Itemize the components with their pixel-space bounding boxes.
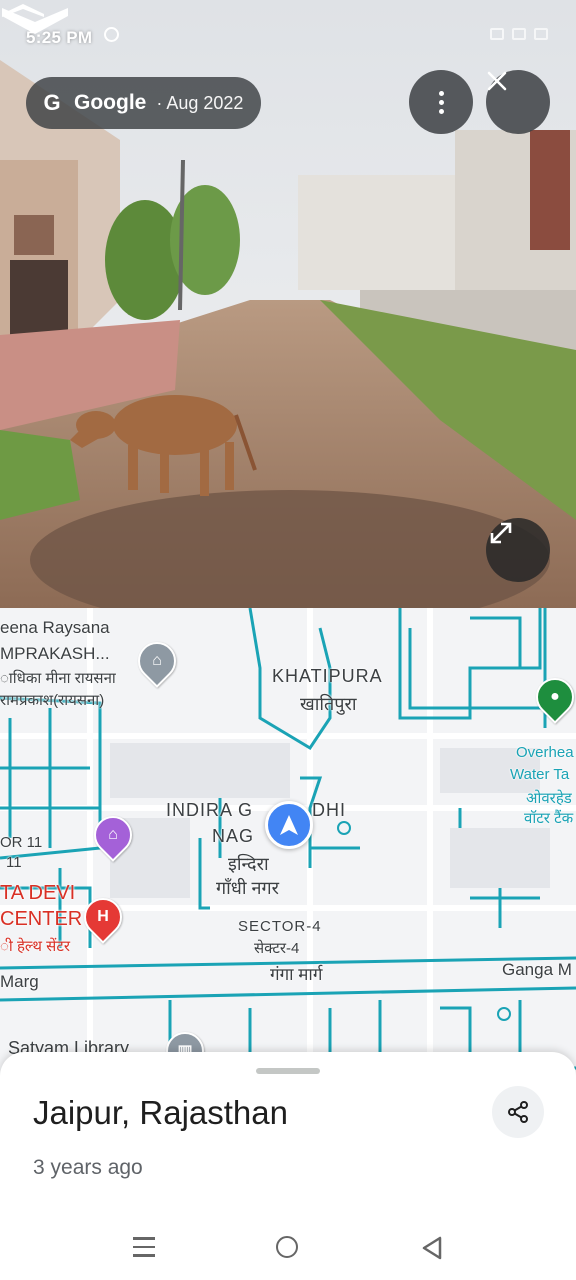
place-title: Jaipur, Rajasthan xyxy=(33,1094,288,1131)
map-label-marg: Marg xyxy=(0,972,39,991)
share-icon xyxy=(508,1101,528,1123)
sheet-drag-handle[interactable] xyxy=(256,1068,320,1074)
chip-brand: Google xyxy=(74,91,147,114)
map-label-tadevi: TA DEVI xyxy=(0,882,76,904)
recent-apps-button[interactable] xyxy=(133,1237,155,1257)
fullscreen-button[interactable] xyxy=(486,518,550,582)
sim-icon xyxy=(490,28,504,40)
map-label-indira-hi-2: गाँधी नगर xyxy=(216,878,280,898)
map-label-khatipura-hi: खातिपुरा xyxy=(300,694,357,714)
map-label-center: CENTER xyxy=(0,908,83,930)
map-label-indira-2: DHI xyxy=(312,800,346,820)
map-label-radhika: ाधिका मीना रायसना xyxy=(0,670,116,687)
close-icon xyxy=(487,71,507,91)
chip-date: · Aug 2022 xyxy=(156,92,244,113)
map-label-meena: eena Raysana xyxy=(0,618,110,637)
map-label-overhead-1: Overhea xyxy=(516,744,574,761)
map-label-indira-1: INDIRA G xyxy=(166,800,254,820)
navigation-arrow-icon xyxy=(280,815,298,835)
map-label-indira-hi-1: इन्दिरा xyxy=(228,854,269,874)
map-label-omprakash: MPRAKASH... xyxy=(0,644,110,663)
map-label-sector11-b: 11 xyxy=(6,854,22,871)
place-capture-age: 3 years ago xyxy=(33,1156,143,1179)
map-label-ramprakash: रामप्रकाश(रायसना) xyxy=(0,692,105,709)
status-icons xyxy=(490,28,548,40)
map-label-khatipura: KHATIPURA xyxy=(272,666,383,686)
status-bar: 5:25 PM xyxy=(0,0,576,60)
fullscreen-icon xyxy=(490,522,512,544)
map-label-overhead-4: वॉटर टैंक xyxy=(524,810,574,827)
map-label-ganga-en: Ganga M xyxy=(502,960,572,979)
system-navigation-bar xyxy=(0,1212,576,1280)
map-label-health: ी हेल्थ सेंटर xyxy=(0,938,71,955)
share-button[interactable] xyxy=(492,1086,544,1138)
whatsapp-notification-icon xyxy=(104,27,119,42)
battery-icon xyxy=(534,28,548,40)
temple-icon: ⌂ xyxy=(108,826,118,843)
move-back-arrow[interactable] xyxy=(0,0,70,36)
map-label-overhead-2: Water Ta xyxy=(510,766,570,783)
map-label-sector4: SECTOR-4 xyxy=(238,918,322,935)
close-button[interactable] xyxy=(486,70,550,134)
place-icon: ● xyxy=(550,688,560,705)
map-label-sector11-a: OR 11 xyxy=(0,834,43,851)
imagery-source-chip[interactable]: G Google · Aug 2022 xyxy=(26,77,262,129)
back-button[interactable] xyxy=(422,1236,442,1260)
home-button[interactable] xyxy=(276,1236,298,1258)
map-label-sector4-hi: सेक्टर-4 xyxy=(254,940,300,957)
wifi-icon xyxy=(512,28,526,40)
street-view-panorama[interactable]: 5:25 PM G Google · Aug 2022 xyxy=(0,0,576,608)
google-g-icon: G xyxy=(43,90,61,115)
hospital-icon: H xyxy=(97,908,109,925)
museum-icon: ⌂ xyxy=(152,652,162,669)
map-label-ganga-hi: गंगा मार्ग xyxy=(270,965,323,984)
street-view-position-marker xyxy=(265,801,313,849)
more-vert-icon xyxy=(438,90,444,114)
map-label-indira-3: NAG xyxy=(212,826,255,846)
more-options-button[interactable] xyxy=(409,70,473,134)
map-label-overhead-3: ओवरहेड xyxy=(526,790,572,807)
